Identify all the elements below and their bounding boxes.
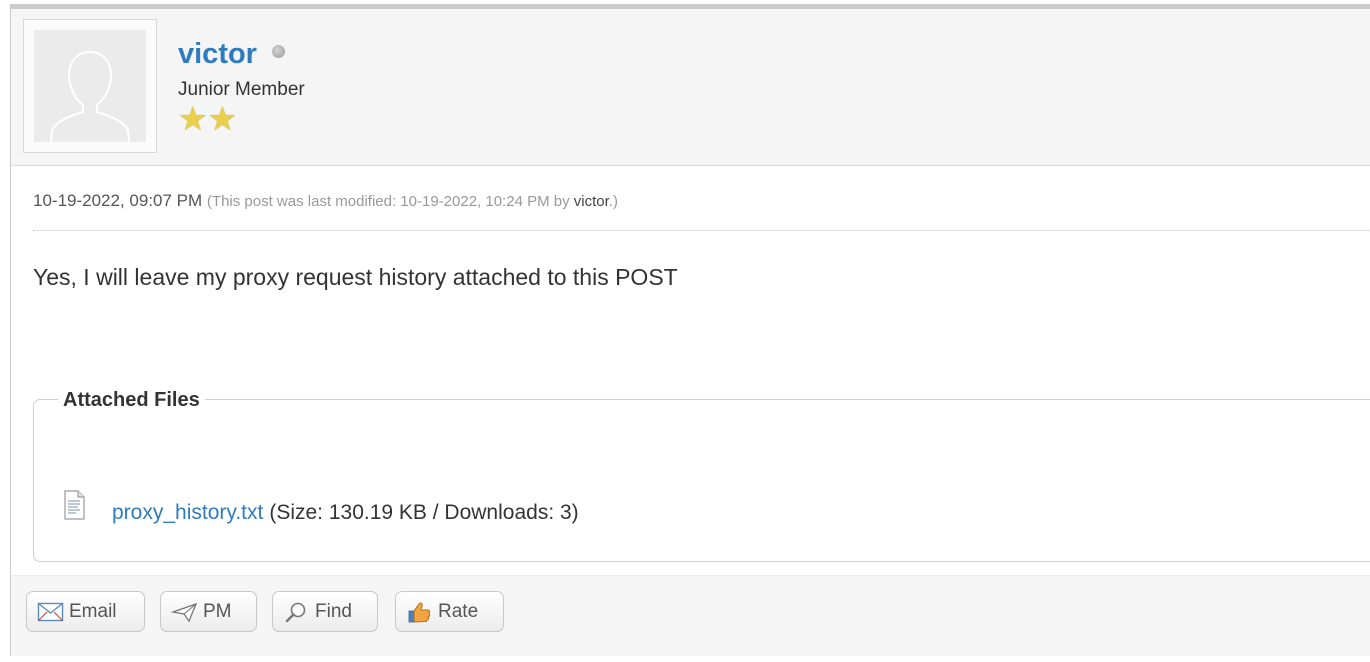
post-date: 10-19-2022, 09:07 PM: [33, 191, 203, 210]
attachment-file-info: (Size: 130.19 KB / Downloads: 3): [269, 501, 579, 524]
magnifier-icon: [285, 602, 306, 622]
email-button[interactable]: Email: [26, 591, 145, 632]
rate-button-label: Rate: [438, 600, 479, 622]
rate-button[interactable]: Rate: [395, 591, 504, 632]
forum-post: victor Junior Member ★ ★ 10-19-2022, 09:0…: [10, 4, 1370, 656]
edited-by-user-link[interactable]: victor: [574, 193, 609, 210]
star-icon: ★: [207, 100, 238, 137]
paper-plane-icon: [171, 602, 198, 622]
thumbs-up-icon: [408, 602, 431, 622]
envelope-icon: [37, 602, 64, 621]
text-file-icon: [62, 490, 86, 520]
post-edited-note: (This post was last modified: 10-19-2022…: [207, 193, 618, 210]
star-icon: ★: [178, 100, 208, 137]
author-user-title: Junior Member: [178, 79, 305, 100]
email-button-label: Email: [69, 600, 117, 622]
find-button-label: Find: [315, 600, 352, 622]
attached-files-legend: Attached Files: [58, 387, 205, 413]
attachment-row: proxy_history.txt (Size: 130.19 KB / Dow…: [62, 490, 579, 528]
edited-text: (This post was last modified: 10-19-2022…: [206, 193, 574, 210]
post-body: Yes, I will leave my proxy request histo…: [33, 264, 678, 290]
post-actions-bar: Email PM Find Rate: [11, 575, 1370, 656]
avatar[interactable]: [23, 19, 157, 153]
find-button[interactable]: Find: [272, 591, 378, 632]
post-meta: 10-19-2022, 09:07 PM (This post was last…: [33, 180, 1370, 231]
edited-suffix: .): [608, 193, 618, 210]
attached-files-box: Attached Files proxy_history.txt (Size: …: [33, 387, 1370, 562]
default-avatar-icon: [34, 30, 146, 142]
attachment-file-link[interactable]: proxy_history.txt: [112, 501, 263, 525]
post-author-panel: victor Junior Member ★ ★: [11, 9, 1370, 166]
author-profile: victor Junior Member ★ ★: [178, 37, 305, 136]
user-rank-stars: ★ ★: [178, 102, 305, 136]
pm-button[interactable]: PM: [160, 591, 257, 632]
pm-button-label: PM: [203, 600, 232, 622]
offline-status-icon: [272, 45, 286, 58]
author-username-link[interactable]: victor: [178, 37, 257, 71]
